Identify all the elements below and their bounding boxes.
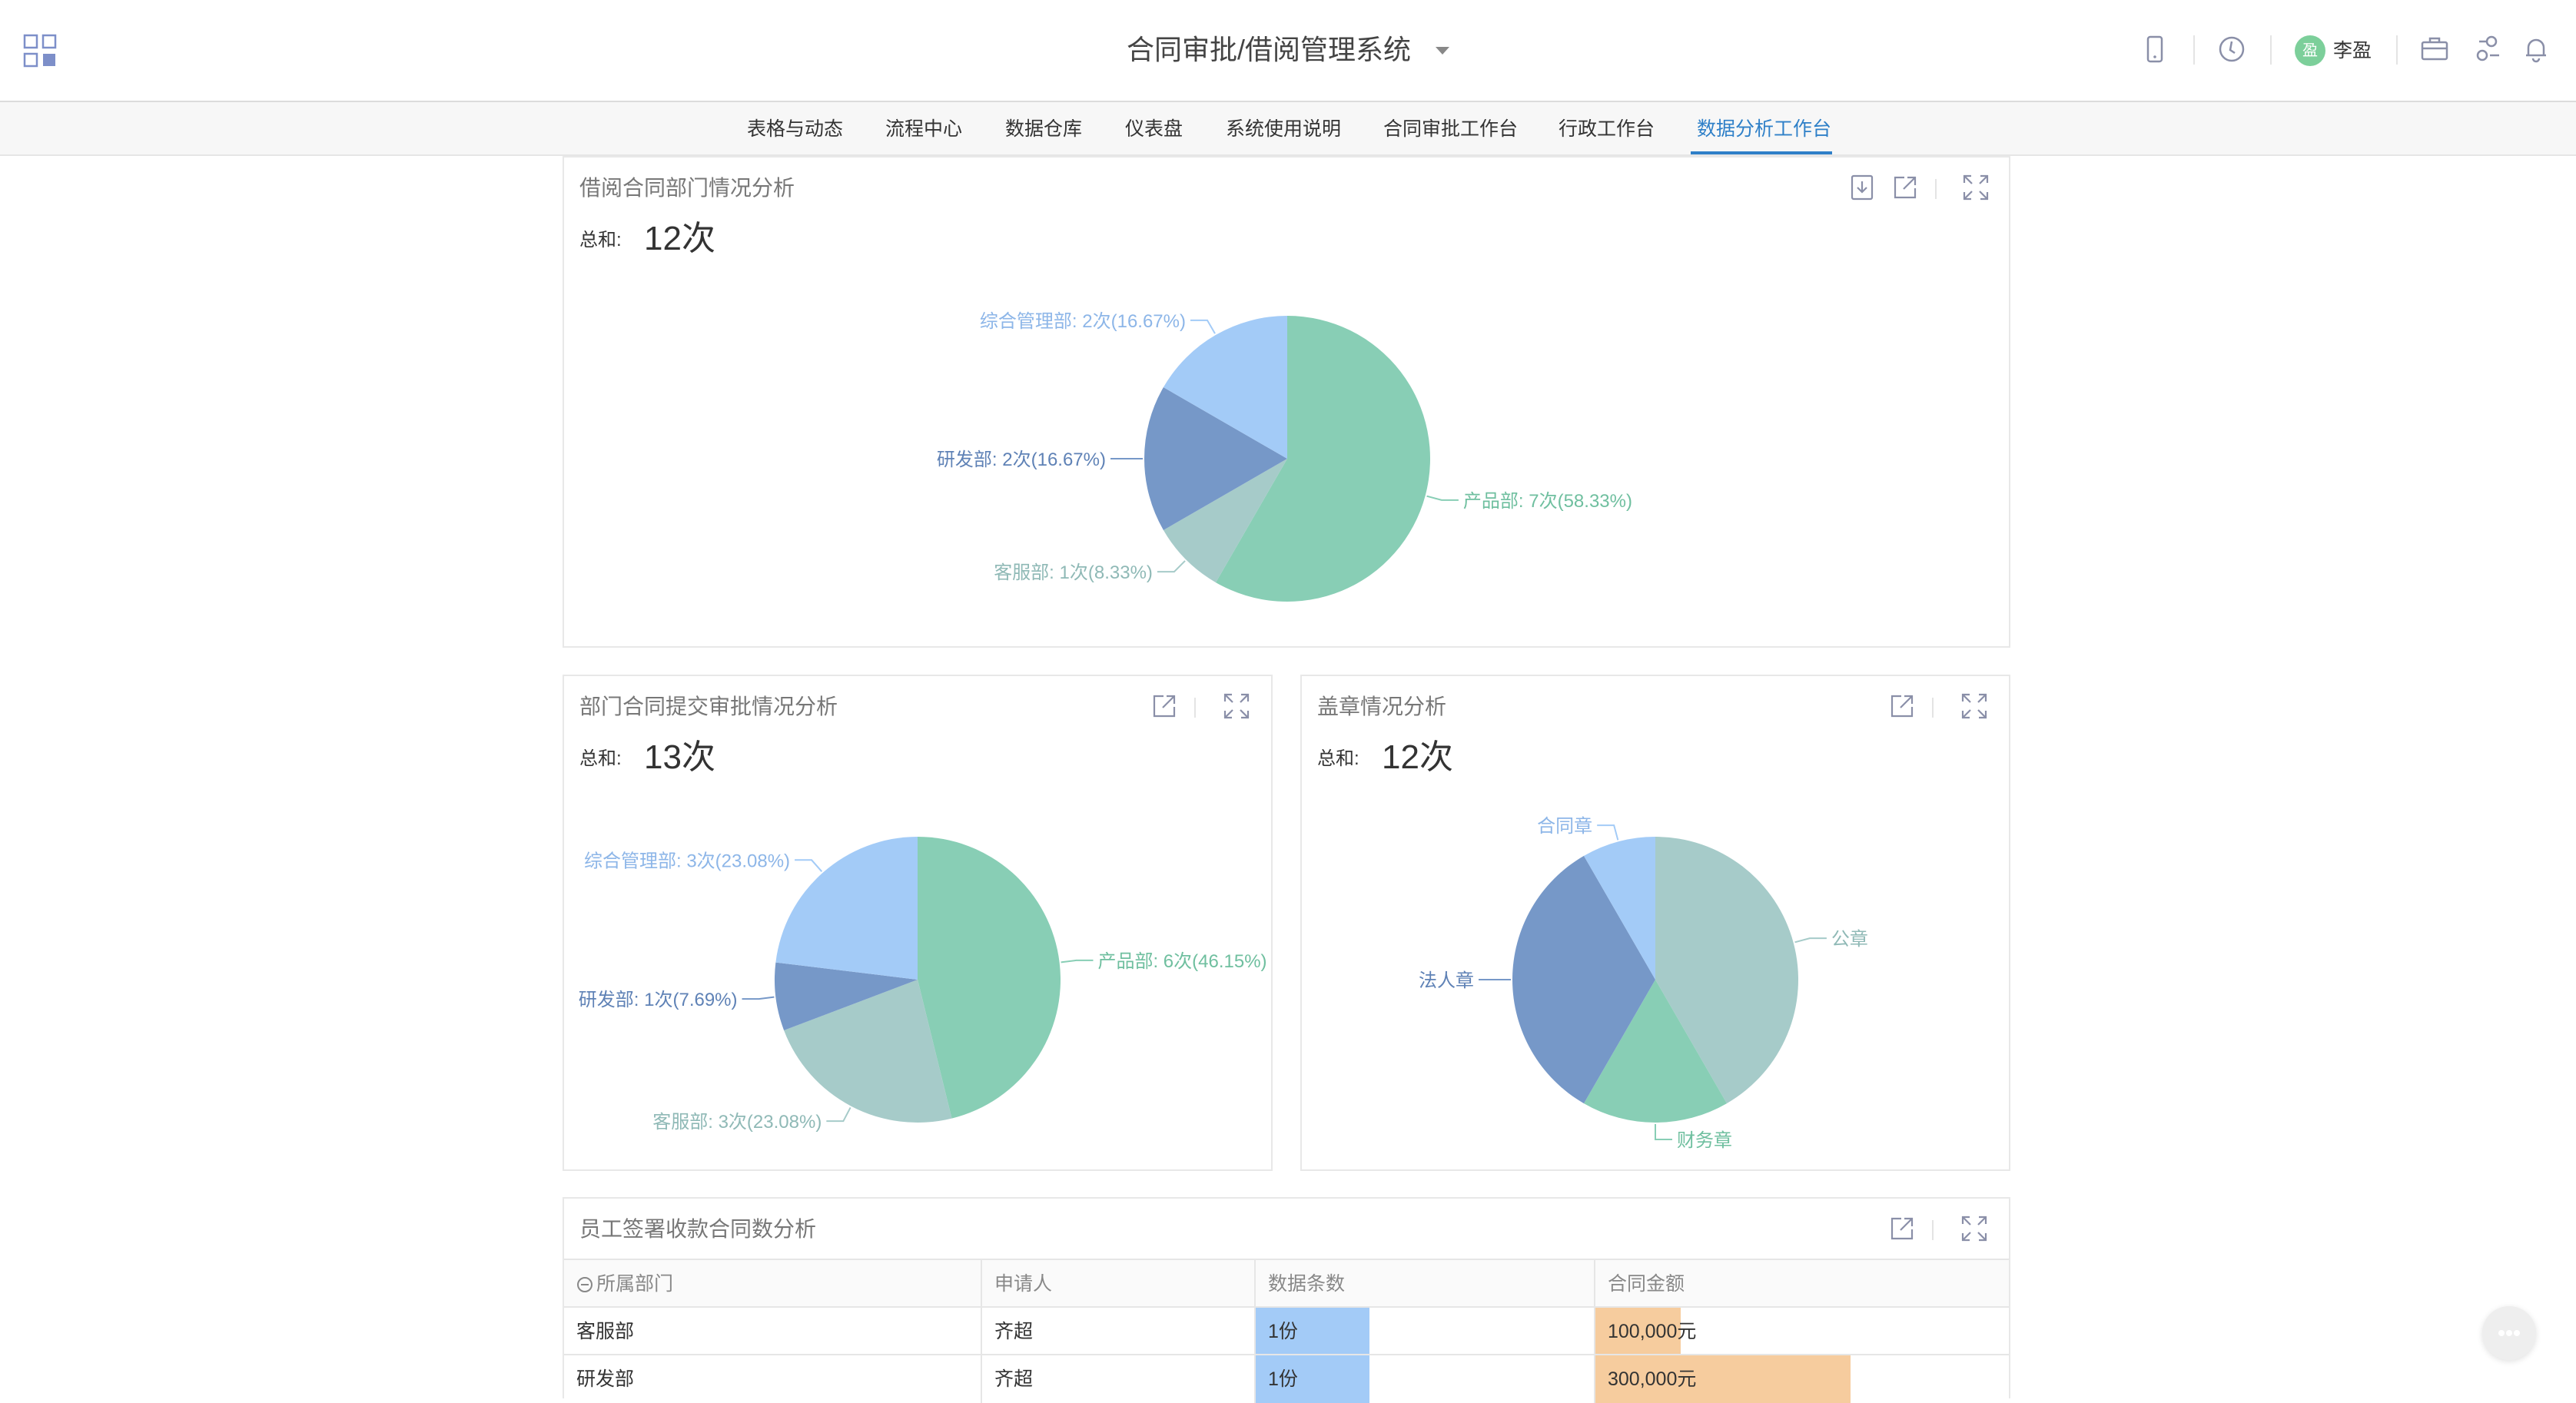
slice-label: 客服部: 3次(23.08%) (652, 1112, 822, 1133)
contract-count-card: 员工签署收款合同数分析 所属部门 申请人 数据条数 合同金额 客服部 齐超 1份… (563, 1197, 2010, 1403)
amount-value: 100,000元 (1608, 1321, 1697, 1342)
table-row[interactable]: 研发部 齐超 1份 300,000元 (564, 1354, 2009, 1403)
slice-label: 产品部: 7次(58.33%) (1463, 491, 1632, 512)
applicant-cell: 齐超 (982, 1308, 1256, 1355)
tab-workflow-center[interactable]: 流程中心 (885, 102, 962, 154)
label-leader-line (1794, 937, 1827, 944)
slice-label: 产品部: 6次(46.15%) (1097, 951, 1266, 972)
count-value: 1份 (1268, 1321, 1298, 1342)
amount-cell: 300,000元 (1595, 1355, 2009, 1403)
borrow-analysis-card: 借阅合同部门情况分析 总和: 12次 产品部: 7次(58.33%) 客服部: 1… (563, 156, 2010, 648)
chat-button[interactable] (2482, 1306, 2536, 1360)
card-title: 员工签署收款合同数分析 (579, 1217, 817, 1241)
column-header-count[interactable]: 数据条数 (1256, 1260, 1595, 1308)
tab-system-guide[interactable]: 系统使用说明 (1226, 102, 1341, 154)
count-cell: 1份 (1256, 1355, 1595, 1403)
slice-label: 法人章 (1419, 970, 1474, 991)
open-external-icon[interactable] (1887, 1214, 1917, 1243)
app-title-text: 合同审批/借阅管理系统 (1126, 34, 1411, 65)
column-header-applicant[interactable]: 申请人 (982, 1260, 1256, 1308)
label-leader-line (1597, 824, 1619, 841)
label-leader-line (795, 859, 823, 872)
label-leader-line (1426, 495, 1459, 501)
table-row[interactable]: 客服部 齐超 1份 100,000元 (564, 1306, 2009, 1355)
header-divider (2396, 35, 2398, 65)
briefcase-icon[interactable] (2419, 34, 2450, 65)
count-value: 1份 (1268, 1368, 1298, 1390)
header-divider (2193, 35, 2195, 65)
tab-contract-approval-workbench[interactable]: 合同审批工作台 (1383, 102, 1518, 154)
amount-cell: 100,000元 (1595, 1308, 2009, 1355)
borrow-pie-chart: 产品部: 7次(58.33%) 客服部: 1次(8.33%) 研发部: 2次(16.… (937, 311, 1632, 602)
column-header-dept[interactable]: 所属部门 (564, 1260, 982, 1308)
submit-pie-chart: 产品部: 6次(46.15%) 客服部: 3次(23.08%) 研发部: 1次(7.… (579, 837, 1267, 1133)
more-dots-icon (2498, 1330, 2520, 1336)
label-leader-line (1061, 959, 1094, 964)
slice-label: 客服部: 1次(8.33%) (994, 562, 1153, 583)
table-header-row: 所属部门 申请人 数据条数 合同金额 (564, 1259, 2009, 1308)
label-leader-line (826, 1107, 851, 1123)
tab-tables-and-activity[interactable]: 表格与动态 (747, 102, 843, 154)
submit-analysis-card: 部门合同提交审批情况分析 总和: 13次 产品部: 6次(46.15%) 客服部:… (563, 675, 1273, 1171)
bell-icon[interactable] (2521, 34, 2551, 65)
label-leader-line (742, 996, 775, 1000)
tab-dashboard[interactable]: 仪表盘 (1125, 102, 1183, 154)
mobile-icon[interactable] (2139, 34, 2170, 65)
seal-pie-chart: 公章财务章 法人章 合同章 (1419, 816, 1868, 1151)
applicant-cell: 齐超 (982, 1355, 1256, 1403)
amount-value: 300,000元 (1608, 1368, 1697, 1390)
active-tab-indicator (1691, 151, 1832, 154)
pie-slice[interactable] (775, 837, 918, 980)
column-header-label: 所属部门 (596, 1273, 674, 1295)
app-title[interactable]: 合同审批/借阅管理系统 (0, 31, 2576, 69)
avatar[interactable]: 盈 (2295, 35, 2325, 66)
slice-label: 财务章 (1677, 1130, 1732, 1151)
slice-label: 综合管理部: 2次(16.67%) (980, 311, 1186, 332)
slice-label: 合同章 (1537, 816, 1592, 837)
top-header: 合同审批/借阅管理系统 盈 李盈 (0, 0, 2576, 102)
dept-cell: 研发部 (564, 1355, 982, 1403)
label-leader-line (1190, 319, 1216, 334)
user-name[interactable]: 李盈 (2333, 35, 2372, 66)
collapse-icon[interactable] (576, 1276, 593, 1293)
count-cell: 1份 (1256, 1308, 1595, 1355)
tab-data-warehouse[interactable]: 数据仓库 (1005, 102, 1082, 154)
header-divider (2270, 35, 2272, 65)
slice-label: 综合管理部: 3次(23.08%) (584, 851, 790, 871)
fullscreen-icon[interactable] (1960, 1214, 1989, 1243)
tab-admin-workbench[interactable]: 行政工作台 (1559, 102, 1655, 154)
chevron-down-icon[interactable] (1436, 47, 1450, 56)
icon-divider (1932, 1220, 1934, 1240)
slice-label: 研发部: 1次(7.69%) (579, 990, 738, 1010)
seal-analysis-card: 盖章情况分析 总和: 12次 公章 财务章 法人章 合同章 (1300, 675, 2010, 1171)
column-header-amount[interactable]: 合同金额 (1595, 1260, 2009, 1308)
connect-icon[interactable] (2473, 34, 2504, 65)
tab-bar: 表格与动态 流程中心 数据仓库 仪表盘 系统使用说明 合同审批工作台 行政工作台… (0, 102, 2576, 156)
slice-label: 公章 (1831, 929, 1868, 950)
label-leader-line (1655, 1124, 1672, 1140)
clock-icon[interactable] (2216, 34, 2247, 65)
slice-label: 研发部: 2次(16.67%) (937, 449, 1106, 470)
dept-cell: 客服部 (564, 1308, 982, 1355)
label-leader-line (1157, 560, 1186, 573)
tab-data-analysis-workbench[interactable]: 数据分析工作台 (1697, 102, 1831, 154)
